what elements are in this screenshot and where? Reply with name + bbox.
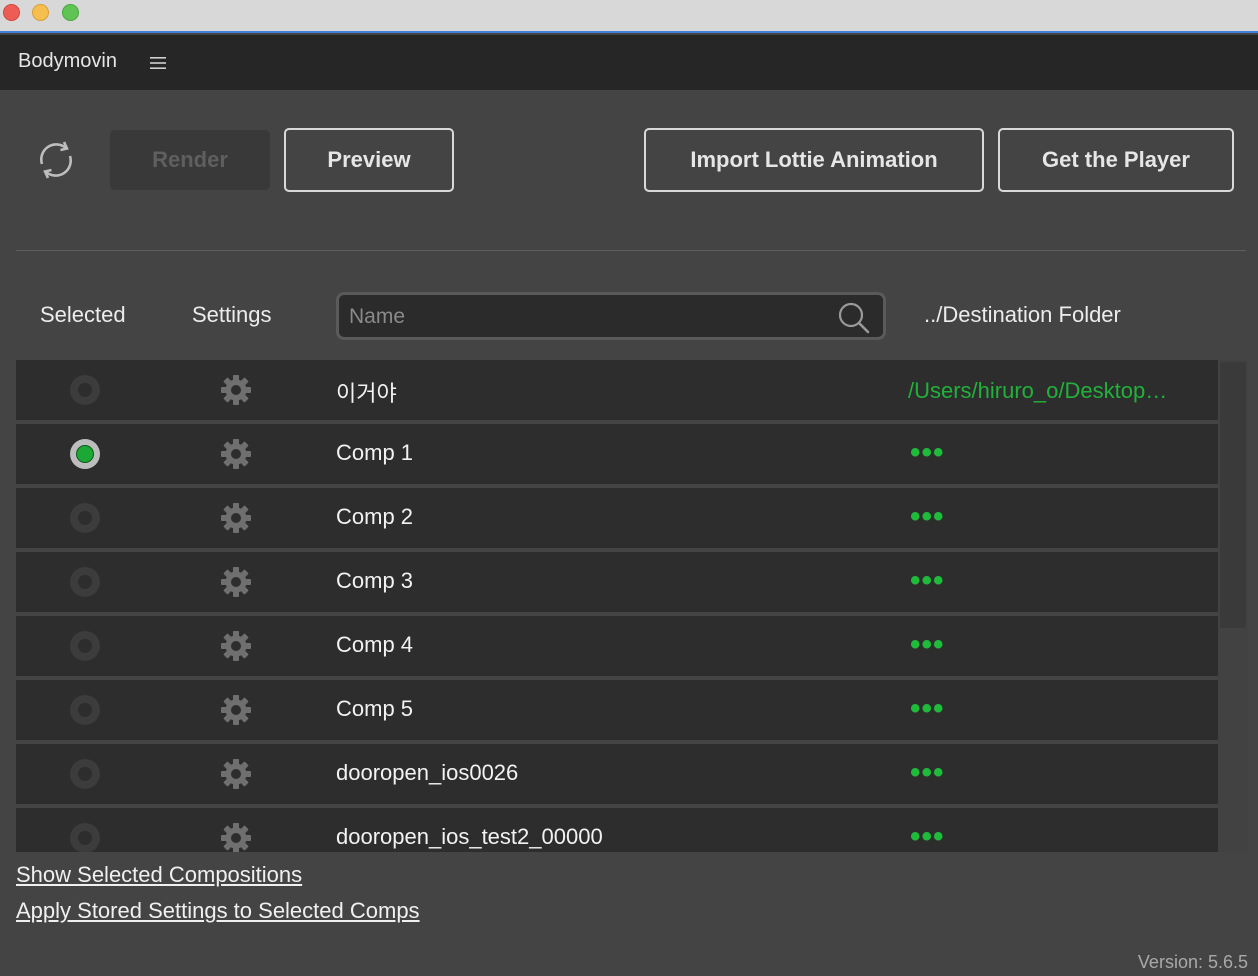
list-item: Comp 1 ••• — [16, 424, 1218, 484]
destination-picker[interactable]: ••• — [910, 438, 945, 468]
window-minimize-button[interactable] — [32, 4, 49, 21]
destination-picker[interactable]: ••• — [910, 694, 945, 724]
select-radio[interactable] — [70, 823, 100, 852]
panel-title: Bodymovin — [18, 50, 117, 72]
search-icon[interactable] — [837, 301, 871, 335]
select-radio[interactable] — [70, 759, 100, 789]
composition-name: Comp 1 — [336, 440, 414, 465]
gear-icon[interactable] — [220, 630, 252, 662]
selected-column-header: Selected — [40, 302, 126, 327]
window-maximize-button[interactable] — [62, 4, 79, 21]
show-selected-link[interactable]: Show Selected Compositions — [16, 862, 302, 888]
divider — [16, 250, 1246, 251]
import-lottie-button[interactable]: Import Lottie Animation — [644, 128, 984, 192]
gear-icon[interactable] — [220, 566, 252, 598]
destination-picker[interactable]: ••• — [910, 566, 945, 596]
destination-column-header[interactable]: ../Destination Folder — [924, 302, 1121, 328]
list-item: dooropen_ios_test2_00000 ••• — [16, 808, 1218, 852]
refresh-icon[interactable] — [34, 138, 78, 182]
search-box — [336, 292, 886, 340]
composition-list: 이거야 /Users/hiruro_o/Desktop… Comp 1 ••• … — [16, 360, 1218, 852]
select-radio[interactable] — [70, 567, 100, 597]
list-item: Comp 5 ••• — [16, 680, 1218, 740]
list-item: Comp 3 ••• — [16, 552, 1218, 612]
search-input[interactable] — [347, 301, 831, 333]
gear-icon[interactable] — [220, 758, 252, 790]
composition-name: Comp 4 — [336, 632, 414, 657]
panel-header: Bodymovin — [0, 35, 1258, 90]
composition-name: Comp 2 — [336, 504, 414, 529]
list-item: Comp 4 ••• — [16, 616, 1218, 676]
get-player-button[interactable]: Get the Player — [998, 128, 1234, 192]
destination-picker[interactable]: ••• — [910, 502, 945, 532]
select-radio[interactable] — [70, 375, 100, 405]
hamburger-menu-icon[interactable] — [150, 56, 166, 70]
list-item: 이거야 /Users/hiruro_o/Desktop… — [16, 360, 1218, 420]
composition-name: Comp 3 — [336, 568, 414, 593]
gear-icon[interactable] — [220, 822, 252, 852]
window-close-button[interactable] — [3, 4, 20, 21]
gear-icon[interactable] — [220, 374, 252, 406]
composition-name: dooropen_ios0026 — [336, 760, 519, 785]
list-item: dooropen_ios0026 ••• — [16, 744, 1218, 804]
gear-icon[interactable] — [220, 694, 252, 726]
composition-name: Comp 5 — [336, 696, 414, 721]
version-label: Version: 5.6.5 — [1137, 952, 1248, 972]
destination-path[interactable]: /Users/hiruro_o/Desktop… — [908, 378, 1167, 404]
composition-name: 이거야 — [336, 381, 397, 406]
gear-icon[interactable] — [220, 438, 252, 470]
composition-name: dooropen_ios_test2_00000 — [336, 824, 603, 849]
list-scrollbar-thumb[interactable] — [1220, 362, 1246, 628]
destination-picker[interactable]: ••• — [910, 822, 945, 852]
preview-button[interactable]: Preview — [284, 128, 454, 192]
gear-icon[interactable] — [220, 502, 252, 534]
select-radio[interactable] — [70, 439, 100, 469]
list-item: Comp 2 ••• — [16, 488, 1218, 548]
destination-picker[interactable]: ••• — [910, 758, 945, 788]
settings-column-header: Settings — [192, 302, 272, 327]
destination-picker[interactable]: ••• — [910, 630, 945, 660]
render-button[interactable]: Render — [110, 130, 270, 190]
apply-settings-link[interactable]: Apply Stored Settings to Selected Comps — [16, 898, 420, 924]
select-radio[interactable] — [70, 631, 100, 661]
window-titlebar — [0, 0, 1258, 33]
select-radio[interactable] — [70, 503, 100, 533]
select-radio[interactable] — [70, 695, 100, 725]
